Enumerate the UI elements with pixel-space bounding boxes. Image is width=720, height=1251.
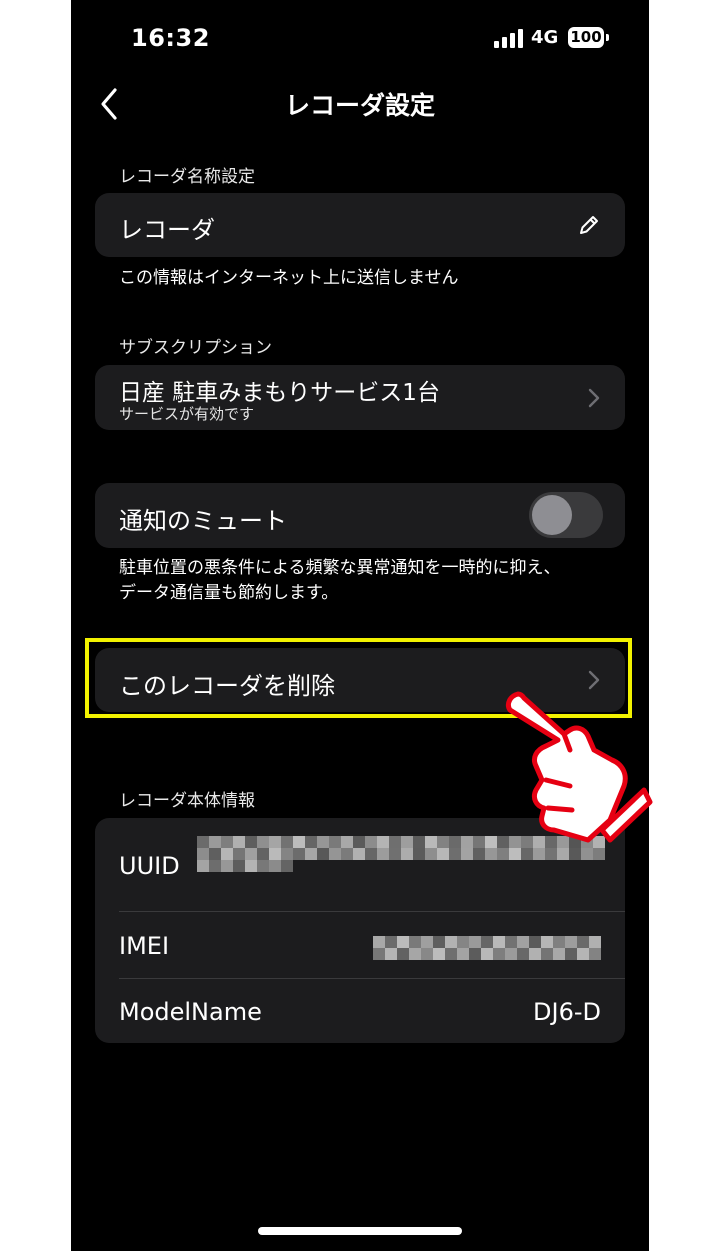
divider (119, 911, 625, 912)
chevron-right-icon (588, 388, 600, 408)
pointing-hand-icon (505, 691, 653, 843)
mute-note-line1: 駐車位置の悪条件による頻繁な異常通知を一時的に抑え、 (119, 558, 561, 578)
recorder-name-note: この情報はインターネット上に送信しません (119, 268, 459, 288)
signal-icon (494, 28, 524, 48)
mute-notifications-label: 通知のミュート (119, 507, 287, 535)
mute-note-line2: データ通信量も節約します。 (119, 583, 339, 603)
network-type: 4G (531, 27, 559, 48)
recorder-name-row[interactable]: レコーダ (95, 193, 625, 257)
imei-label: IMEI (119, 932, 170, 960)
pencil-icon[interactable] (577, 213, 601, 237)
subscription-section-label: サブスクリプション (119, 338, 272, 358)
status-bar: 16:32 4G 100 (71, 0, 649, 70)
toggle-knob (532, 495, 572, 535)
recorder-name-section-label: レコーダ名称設定 (119, 167, 255, 187)
subscription-status: サービスが有効です (119, 405, 255, 423)
page-title: レコーダ設定 (284, 91, 435, 120)
status-time: 16:32 (131, 24, 210, 52)
mute-toggle[interactable] (529, 492, 603, 538)
model-name-label: ModelName (119, 998, 262, 1026)
home-indicator (258, 1227, 462, 1235)
recorder-name-value: レコーダ (119, 216, 215, 244)
imei-value-redacted (373, 936, 601, 960)
phone-screen: 16:32 4G 100 レコーダ設定 レコーダ名称設定 レコーダ この情報はイ… (71, 0, 649, 1251)
model-name-value: DJ6-D (533, 998, 601, 1026)
divider (119, 978, 625, 979)
mute-notifications-row: 通知のミュート (95, 483, 625, 548)
device-info-section-label: レコーダ本体情報 (119, 791, 255, 811)
battery-icon: 100 (568, 27, 604, 48)
subscription-title: 日産 駐車みまもりサービス1台 (119, 380, 440, 406)
uuid-label: UUID (119, 852, 180, 880)
subscription-row[interactable]: 日産 駐車みまもりサービス1台 サービスが有効です (95, 365, 625, 430)
device-info-card: UUID IMEI ModelName DJ6-D (95, 818, 625, 1043)
battery-tip (606, 34, 609, 41)
